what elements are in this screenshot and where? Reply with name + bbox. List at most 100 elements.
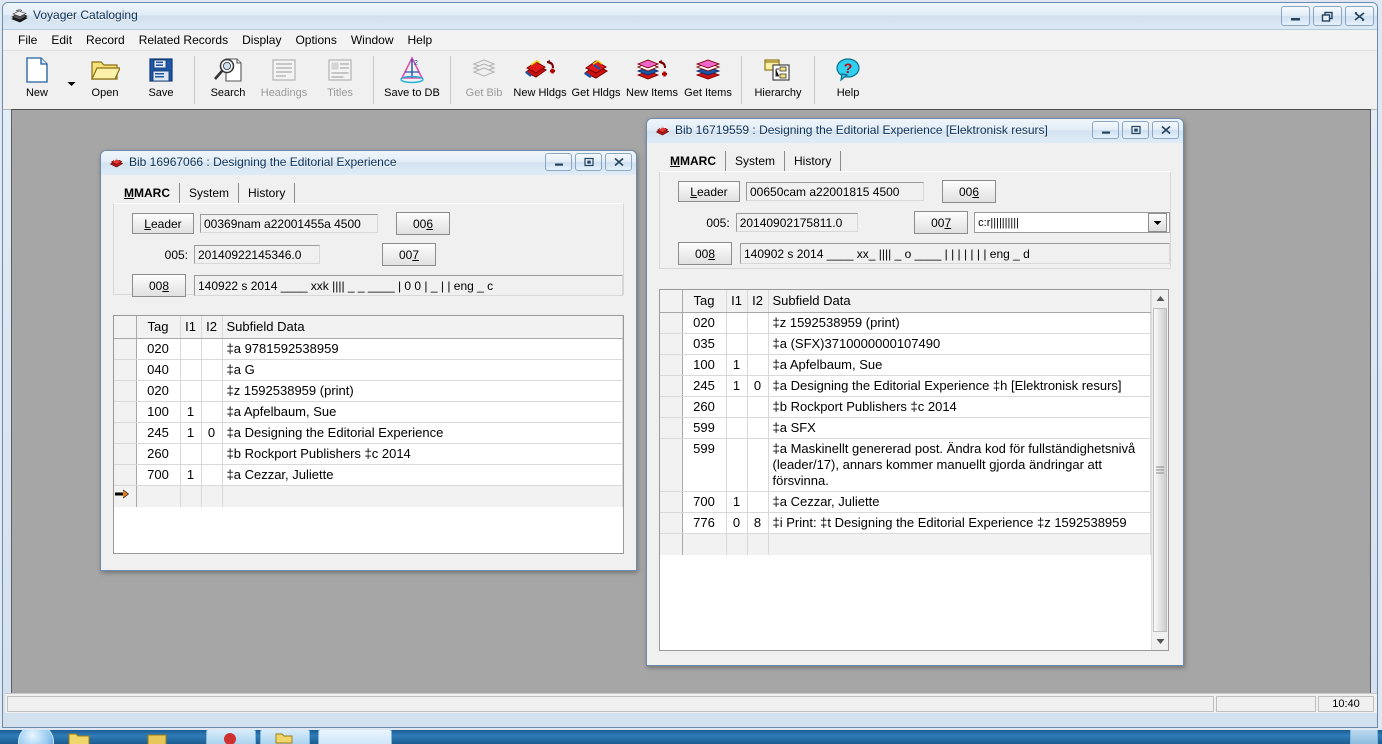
start-button[interactable] (18, 730, 54, 744)
table-row[interactable]: 776 0 8 ‡i Print: ‡t Designing the Edito… (660, 512, 1151, 534)
field-007-combo-right[interactable]: c:r|||||||||| (974, 212, 1170, 233)
table-row[interactable]: 245 1 0 ‡a Designing the Editorial Exper… (660, 375, 1151, 397)
menu-item-record[interactable]: Record (79, 31, 132, 49)
field-008-button-left[interactable]: 008 (132, 274, 186, 297)
menu-item-options[interactable]: Options (288, 31, 343, 49)
menu-item-edit[interactable]: Edit (44, 31, 79, 49)
leader-input-right[interactable]: 00650cam a22001815 4500 (746, 182, 924, 201)
quick-launch-folder-icon[interactable] (68, 730, 90, 744)
tab-marc-right[interactable]: M MARC (661, 151, 726, 171)
child-minimize-button-left[interactable] (545, 153, 572, 171)
new-row-tag[interactable] (682, 533, 727, 555)
row-selector[interactable] (114, 338, 137, 360)
new-row-tag[interactable] (136, 485, 181, 507)
field-006-button-right[interactable]: 006 (942, 180, 996, 203)
new-row-subfield-data[interactable] (222, 485, 623, 507)
leader-button-right[interactable]: Leader (678, 181, 740, 202)
child-window-bib-16967066[interactable]: Bib 16967066 : Designing the Editorial E… (100, 150, 637, 571)
toolbar-button-new[interactable]: New (9, 51, 65, 109)
table-row[interactable]: 040 ‡a G (114, 359, 623, 381)
taskbar-item-2[interactable] (260, 730, 310, 744)
table-row[interactable]: 020 ‡z 1592538959 (print) (660, 312, 1151, 334)
menu-item-display[interactable]: Display (235, 31, 288, 49)
table-new-row[interactable] (660, 533, 1151, 555)
leader-input-left[interactable]: 00369nam a22001455a 4500 (200, 214, 378, 233)
tab-system-right[interactable]: System (726, 151, 786, 171)
restore-button[interactable] (1313, 6, 1342, 26)
row-selector[interactable] (114, 443, 137, 465)
tab-system-left[interactable]: System (180, 183, 240, 203)
grid-vertical-scrollbar-right[interactable] (1151, 290, 1168, 650)
table-new-row[interactable] (114, 485, 623, 507)
tab-history-left[interactable]: History (239, 183, 296, 203)
child-window-bib-16719559[interactable]: Bib 16719559 : Designing the Editorial E… (646, 118, 1184, 666)
table-row[interactable]: 260 ‡b Rockport Publishers ‡c 2014 (660, 396, 1151, 418)
table-row[interactable]: 599 ‡a SFX (660, 417, 1151, 439)
table-row[interactable]: 700 1 ‡a Cezzar, Juliette (114, 464, 623, 486)
table-row[interactable]: 260 ‡b Rockport Publishers ‡c 2014 (114, 443, 623, 465)
leader-button-left[interactable]: Leader (132, 213, 194, 234)
toolbar-button-save[interactable]: Save (133, 51, 189, 109)
row-selector[interactable] (660, 417, 683, 439)
table-row[interactable]: 245 1 0 ‡a Designing the Editorial Exper… (114, 422, 623, 444)
toolbar-button-hierarchy[interactable]: Hierarchy (747, 51, 809, 109)
field-008-input-right[interactable]: 140902 s 2014 ____ xx_ |||| _ o ____ | |… (740, 243, 1170, 264)
tab-history-right[interactable]: History (785, 151, 842, 171)
row-selector[interactable] (114, 464, 137, 486)
child-minimize-button-right[interactable] (1092, 121, 1119, 139)
child-restore-button-right[interactable] (1122, 121, 1149, 139)
menu-item-help[interactable]: Help (401, 31, 440, 49)
new-row-i1[interactable] (726, 533, 748, 555)
row-selector[interactable] (114, 401, 137, 423)
marc-grid-left[interactable]: Tag I1 I2 Subfield Data 020 ‡a 978159253… (113, 315, 624, 554)
row-selector[interactable] (114, 422, 137, 444)
toolbar-button-save-to-db[interactable]: 2 Save to DB (379, 51, 445, 109)
system-tray[interactable] (1350, 730, 1378, 744)
table-row[interactable]: 020 ‡z 1592538959 (print) (114, 380, 623, 402)
menu-item-window[interactable]: Window (344, 31, 401, 49)
table-row[interactable]: 100 1 ‡a Apfelbaum, Sue (114, 401, 623, 423)
toolbar-button-headings[interactable]: Headings (256, 51, 312, 109)
table-row[interactable]: 100 1 ‡a Apfelbaum, Sue (660, 354, 1151, 376)
menu-item-file[interactable]: File (11, 31, 44, 49)
toolbar-button-search[interactable]: Search (200, 51, 256, 109)
new-dropdown-button[interactable] (65, 51, 77, 109)
field-008-input-left[interactable]: 140922 s 2014 ____ xxk |||| _ _ ____ | 0… (194, 275, 623, 296)
row-selector[interactable] (114, 359, 137, 381)
toolbar-button-help[interactable]: ? Help (820, 51, 876, 109)
child-close-button-right[interactable] (1152, 121, 1179, 139)
new-row-i2[interactable] (747, 533, 769, 555)
scrollbar-thumb-right[interactable] (1153, 308, 1167, 632)
new-row-marker-cell[interactable] (660, 533, 683, 555)
child-restore-button-left[interactable] (575, 153, 602, 171)
row-selector[interactable] (660, 354, 683, 376)
minimize-button[interactable] (1281, 6, 1310, 26)
row-selector[interactable] (660, 512, 683, 534)
new-row-i2[interactable] (201, 485, 223, 507)
toolbar-button-open[interactable]: Open (77, 51, 133, 109)
close-button[interactable] (1345, 6, 1374, 26)
row-selector[interactable] (114, 380, 137, 402)
field-007-button-right[interactable]: 007 (914, 211, 969, 234)
taskbar-item-active[interactable] (318, 730, 392, 744)
chevron-down-icon[interactable] (1148, 213, 1167, 232)
field-006-button-left[interactable]: 006 (396, 212, 450, 235)
toolbar-button-get-bib[interactable]: Get Bib (456, 51, 512, 109)
child-close-button-left[interactable] (605, 153, 632, 171)
toolbar-button-new-items[interactable]: New Items (624, 51, 680, 109)
table-row[interactable]: 020 ‡a 9781592538959 (114, 338, 623, 360)
scroll-up-button-right[interactable] (1152, 290, 1168, 307)
field-008-button-right[interactable]: 008 (678, 242, 732, 265)
marc-grid-right[interactable]: Tag I1 I2 Subfield Data 020 ‡z 159253895… (659, 289, 1169, 651)
table-row[interactable]: 035 ‡a (SFX)3710000000107490 (660, 333, 1151, 355)
row-selector[interactable] (660, 312, 683, 334)
new-row-marker-cell[interactable] (114, 485, 137, 507)
scroll-down-button-right[interactable] (1152, 633, 1168, 650)
quick-launch-window-icon[interactable] (146, 730, 168, 744)
taskbar-item-1[interactable] (206, 730, 256, 744)
new-row-subfield-data[interactable] (768, 533, 1151, 555)
row-selector[interactable] (660, 491, 683, 513)
field-007-button-left[interactable]: 007 (382, 243, 436, 266)
tab-marc-left[interactable]: M MARC (115, 183, 180, 203)
toolbar-button-titles[interactable]: Titles (312, 51, 368, 109)
